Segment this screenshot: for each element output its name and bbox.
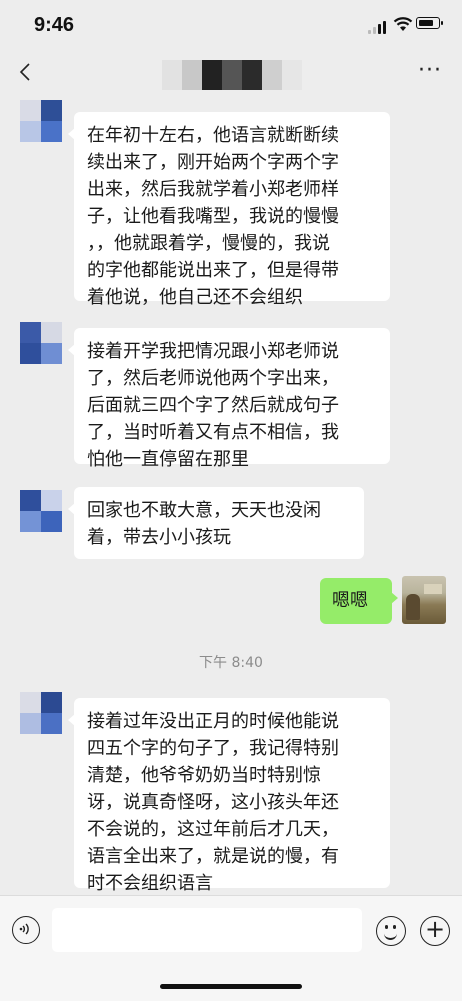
message-bubble-self[interactable]: 嗯嗯 bbox=[320, 578, 398, 624]
plus-button[interactable]: + bbox=[420, 916, 450, 946]
contact-avatar[interactable] bbox=[20, 490, 62, 532]
signal-icon bbox=[368, 20, 388, 34]
emoji-icon[interactable] bbox=[376, 916, 406, 946]
self-avatar[interactable] bbox=[402, 576, 446, 624]
message-timestamp: 下午 8:40 bbox=[199, 655, 263, 671]
chevron-left-icon[interactable] bbox=[18, 62, 32, 87]
message-input[interactable] bbox=[52, 908, 362, 952]
contact-avatar[interactable] bbox=[20, 692, 62, 734]
home-indicator bbox=[160, 984, 302, 989]
message-bubble[interactable]: 接着过年没出正月的时候他能说 四五个字的句子了，我记得特别 清楚，他爷爷奶奶当时… bbox=[68, 698, 390, 894]
more-button[interactable]: ··· bbox=[418, 58, 442, 83]
chat-title-blurred bbox=[162, 60, 302, 90]
battery-icon bbox=[416, 17, 443, 29]
status-bar: 9:46 bbox=[0, 0, 462, 52]
chat-header: ··· bbox=[0, 52, 462, 96]
message-bubble[interactable]: 在年初十左右，他语言就断断续 续出来了，刚开始两个字两个字 出来，然后我就学着小… bbox=[68, 112, 390, 308]
wifi-icon bbox=[393, 17, 413, 31]
voice-icon[interactable] bbox=[12, 916, 40, 944]
status-time: 9:46 bbox=[34, 14, 75, 36]
contact-avatar[interactable] bbox=[20, 322, 62, 364]
contact-avatar[interactable] bbox=[20, 100, 62, 142]
message-bubble[interactable]: 回家也不敢大意，天天也没闲 着，带去小小孩玩 bbox=[68, 487, 364, 559]
message-bubble[interactable]: 接着开学我把情况跟小郑老师说 了，然后老师说他两个字出来， 后面就三四个字了然后… bbox=[68, 328, 390, 470]
